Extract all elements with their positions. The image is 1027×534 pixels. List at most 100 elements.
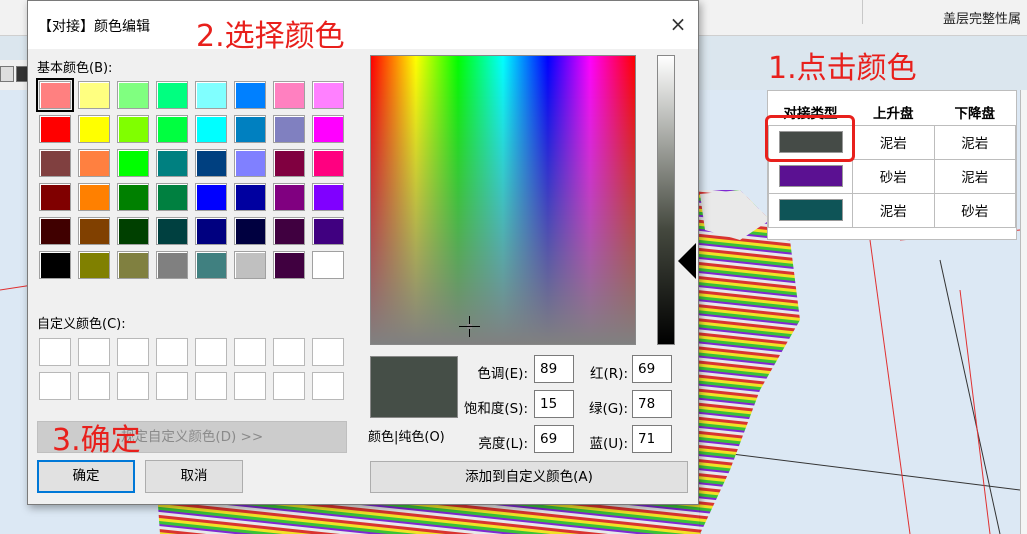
green-label: 绿(G): xyxy=(588,401,628,417)
legend-up-cell: 泥岩 xyxy=(852,124,935,160)
basic-color-swatch[interactable] xyxy=(78,251,110,279)
dialog-title: 【对接】颜色编辑 xyxy=(38,19,150,35)
basic-color-swatch[interactable] xyxy=(156,115,188,143)
annotation-step3: 3.确定 xyxy=(52,423,141,458)
basic-color-swatch[interactable] xyxy=(36,78,74,112)
ok-button[interactable]: 确定 xyxy=(37,460,135,493)
red-input[interactable]: 69 xyxy=(632,355,672,383)
basic-color-swatch[interactable] xyxy=(312,217,344,245)
basic-color-swatch[interactable] xyxy=(156,251,188,279)
basic-color-swatch[interactable] xyxy=(195,183,227,211)
legend-color-swatch[interactable] xyxy=(778,199,843,221)
basic-color-swatch[interactable] xyxy=(312,149,344,177)
green-input[interactable]: 78 xyxy=(632,390,672,418)
basic-color-swatch[interactable] xyxy=(273,251,305,279)
custom-color-slot[interactable] xyxy=(195,338,227,366)
custom-color-slot[interactable] xyxy=(312,372,344,400)
basic-color-swatch[interactable] xyxy=(117,183,149,211)
basic-color-swatch[interactable] xyxy=(273,183,305,211)
basic-color-swatch[interactable] xyxy=(195,81,227,109)
basic-color-swatch[interactable] xyxy=(39,115,71,143)
basic-color-swatch[interactable] xyxy=(195,251,227,279)
toolbar-button[interactable] xyxy=(0,66,14,82)
basic-color-swatch[interactable] xyxy=(273,149,305,177)
color-spectrum[interactable] xyxy=(370,55,636,345)
saturation-input[interactable]: 15 xyxy=(534,390,574,418)
basic-color-swatch[interactable] xyxy=(234,81,266,109)
legend-color-cell[interactable] xyxy=(768,192,853,228)
custom-color-slot[interactable] xyxy=(39,372,71,400)
custom-color-slot[interactable] xyxy=(156,338,188,366)
basic-color-swatch[interactable] xyxy=(78,81,110,109)
basic-color-swatch[interactable] xyxy=(234,251,266,279)
basic-color-swatch[interactable] xyxy=(195,115,227,143)
custom-color-slot[interactable] xyxy=(234,372,266,400)
basic-color-swatch[interactable] xyxy=(78,183,110,211)
basic-color-swatch[interactable] xyxy=(234,183,266,211)
custom-color-slot[interactable] xyxy=(78,338,110,366)
custom-color-slot[interactable] xyxy=(273,372,305,400)
luminance-input[interactable]: 69 xyxy=(534,425,574,453)
custom-color-slot[interactable] xyxy=(195,372,227,400)
luminance-slider[interactable] xyxy=(657,55,675,345)
basic-color-swatch[interactable] xyxy=(117,217,149,245)
cancel-button[interactable]: 取消 xyxy=(145,460,243,493)
basic-color-swatch[interactable] xyxy=(156,81,188,109)
basic-color-swatch[interactable] xyxy=(39,183,71,211)
legend-color-cell[interactable] xyxy=(768,158,853,194)
hue-label: 色调(E): xyxy=(477,366,528,382)
basic-color-swatch[interactable] xyxy=(195,149,227,177)
legend-table-panel: 对接类型 上升盘 下降盘 泥岩 泥岩 砂岩 泥岩 泥岩 砂岩 xyxy=(767,90,1017,240)
basic-color-swatch[interactable] xyxy=(234,115,266,143)
custom-color-slot[interactable] xyxy=(312,338,344,366)
basic-color-swatch[interactable] xyxy=(78,115,110,143)
basic-color-swatch[interactable] xyxy=(117,251,149,279)
basic-color-swatch[interactable] xyxy=(39,149,71,177)
basic-color-swatch[interactable] xyxy=(273,81,305,109)
basic-color-swatch[interactable] xyxy=(312,183,344,211)
basic-color-swatch[interactable] xyxy=(117,81,149,109)
basic-color-swatch[interactable] xyxy=(39,251,71,279)
basic-color-swatch[interactable] xyxy=(195,217,227,245)
legend-header-up: 上升盘 xyxy=(873,105,914,122)
basic-color-swatch[interactable] xyxy=(78,217,110,245)
custom-color-slot[interactable] xyxy=(234,338,266,366)
saturation-label: 饱和度(S): xyxy=(463,401,528,417)
basic-color-swatch[interactable] xyxy=(39,217,71,245)
basic-color-swatch[interactable] xyxy=(117,149,149,177)
hue-input[interactable]: 89 xyxy=(534,355,574,383)
custom-color-slot[interactable] xyxy=(156,372,188,400)
luminance-arrow-icon[interactable] xyxy=(678,243,696,280)
basic-colors-grid xyxy=(36,78,344,279)
legend-down-cell: 泥岩 xyxy=(933,158,1016,194)
close-icon[interactable]: × xyxy=(664,11,692,39)
crosshair-icon[interactable] xyxy=(459,316,481,337)
basic-color-swatch[interactable] xyxy=(312,251,344,279)
add-to-custom-colors-button[interactable]: 添加到自定义颜色(A) xyxy=(370,461,688,493)
basic-color-swatch[interactable] xyxy=(273,115,305,143)
basic-color-swatch[interactable] xyxy=(312,115,344,143)
basic-color-swatch[interactable] xyxy=(156,217,188,245)
custom-color-slot[interactable] xyxy=(117,338,149,366)
crosshair-center xyxy=(467,324,473,329)
blue-input[interactable]: 71 xyxy=(632,425,672,453)
annotation-step2: 2.选择颜色 xyxy=(196,19,345,54)
custom-color-slot[interactable] xyxy=(78,372,110,400)
basic-color-swatch[interactable] xyxy=(117,115,149,143)
custom-color-slot[interactable] xyxy=(273,338,305,366)
basic-color-swatch[interactable] xyxy=(234,149,266,177)
basic-color-swatch[interactable] xyxy=(156,149,188,177)
legend-down-cell: 泥岩 xyxy=(933,124,1016,160)
dialog-titlebar[interactable]: 【对接】颜色编辑 × xyxy=(28,1,698,49)
legend-color-swatch[interactable] xyxy=(778,165,843,187)
basic-color-swatch[interactable] xyxy=(78,149,110,177)
basic-color-swatch[interactable] xyxy=(234,217,266,245)
spectrum-saturation-layer xyxy=(371,56,635,344)
basic-color-swatch[interactable] xyxy=(156,183,188,211)
custom-color-slot[interactable] xyxy=(117,372,149,400)
basic-colors-label: 基本颜色(B): xyxy=(37,61,113,76)
basic-color-swatch[interactable] xyxy=(273,217,305,245)
background-window-title: 盖层完整性属 xyxy=(942,12,1021,27)
custom-color-slot[interactable] xyxy=(39,338,71,366)
basic-color-swatch[interactable] xyxy=(312,81,344,109)
